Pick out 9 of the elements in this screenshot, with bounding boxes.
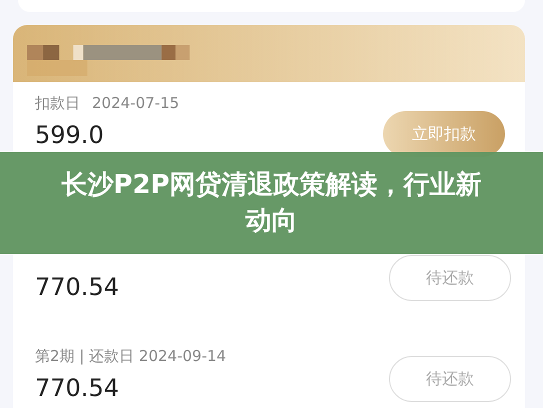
pending-button[interactable]: 待还款 <box>389 356 511 402</box>
banner-title: 长沙P2P网贷清退政策解读，行业新动向 <box>60 168 483 238</box>
amount: 599.0 <box>35 121 105 149</box>
pending-button[interactable]: 待还款 <box>389 255 511 301</box>
deduction-label: 扣款日 <box>35 94 80 113</box>
installment-header: 第2期 | 还款日 2024-09-14 <box>35 347 226 366</box>
amount: 770.54 <box>35 273 119 301</box>
amount: 770.54 <box>35 374 120 402</box>
deduction-date: 2024-07-15 <box>92 94 180 113</box>
